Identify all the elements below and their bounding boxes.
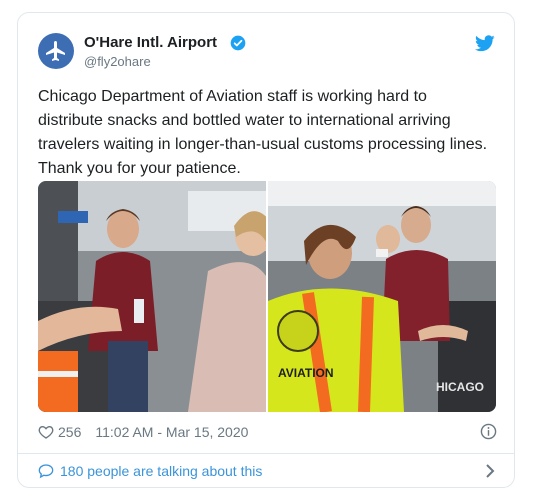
conversation-link[interactable]: 180 people are talking about this [38, 460, 496, 482]
divider [18, 453, 514, 454]
timestamp[interactable]: 11:02 AM - Mar 15, 2020 [95, 424, 248, 440]
like-count[interactable]: 256 [58, 424, 81, 440]
author-handle[interactable]: @fly2ohare [84, 54, 151, 69]
verified-badge-icon [230, 35, 246, 51]
vest-label: AVIATION [278, 366, 334, 380]
conversation-label[interactable]: 180 people are talking about this [60, 463, 262, 479]
tweet-text: Chicago Department of Aviation staff is … [38, 88, 488, 177]
photo-2[interactable]: AVIATION HICAGO [268, 181, 496, 412]
tweet-media[interactable]: AVIATION HICAGO [38, 181, 496, 412]
author-name[interactable]: O'Hare Intl. Airport [84, 34, 217, 51]
photo-1[interactable] [38, 181, 266, 412]
tweet-card[interactable]: O'Hare Intl. Airport @fly2ohare Chicago … [17, 12, 515, 488]
info-icon[interactable] [480, 423, 497, 440]
twitter-bird-icon[interactable] [475, 35, 495, 52]
speech-bubble-icon [38, 464, 54, 479]
heart-icon[interactable] [38, 424, 54, 440]
avatar[interactable] [38, 33, 74, 69]
airplane-icon [46, 41, 65, 61]
chevron-right-icon[interactable] [484, 464, 496, 478]
tweet-meta: 256 11:02 AM - Mar 15, 2020 [38, 422, 248, 442]
chicago-sign-label: HICAGO [436, 380, 484, 394]
